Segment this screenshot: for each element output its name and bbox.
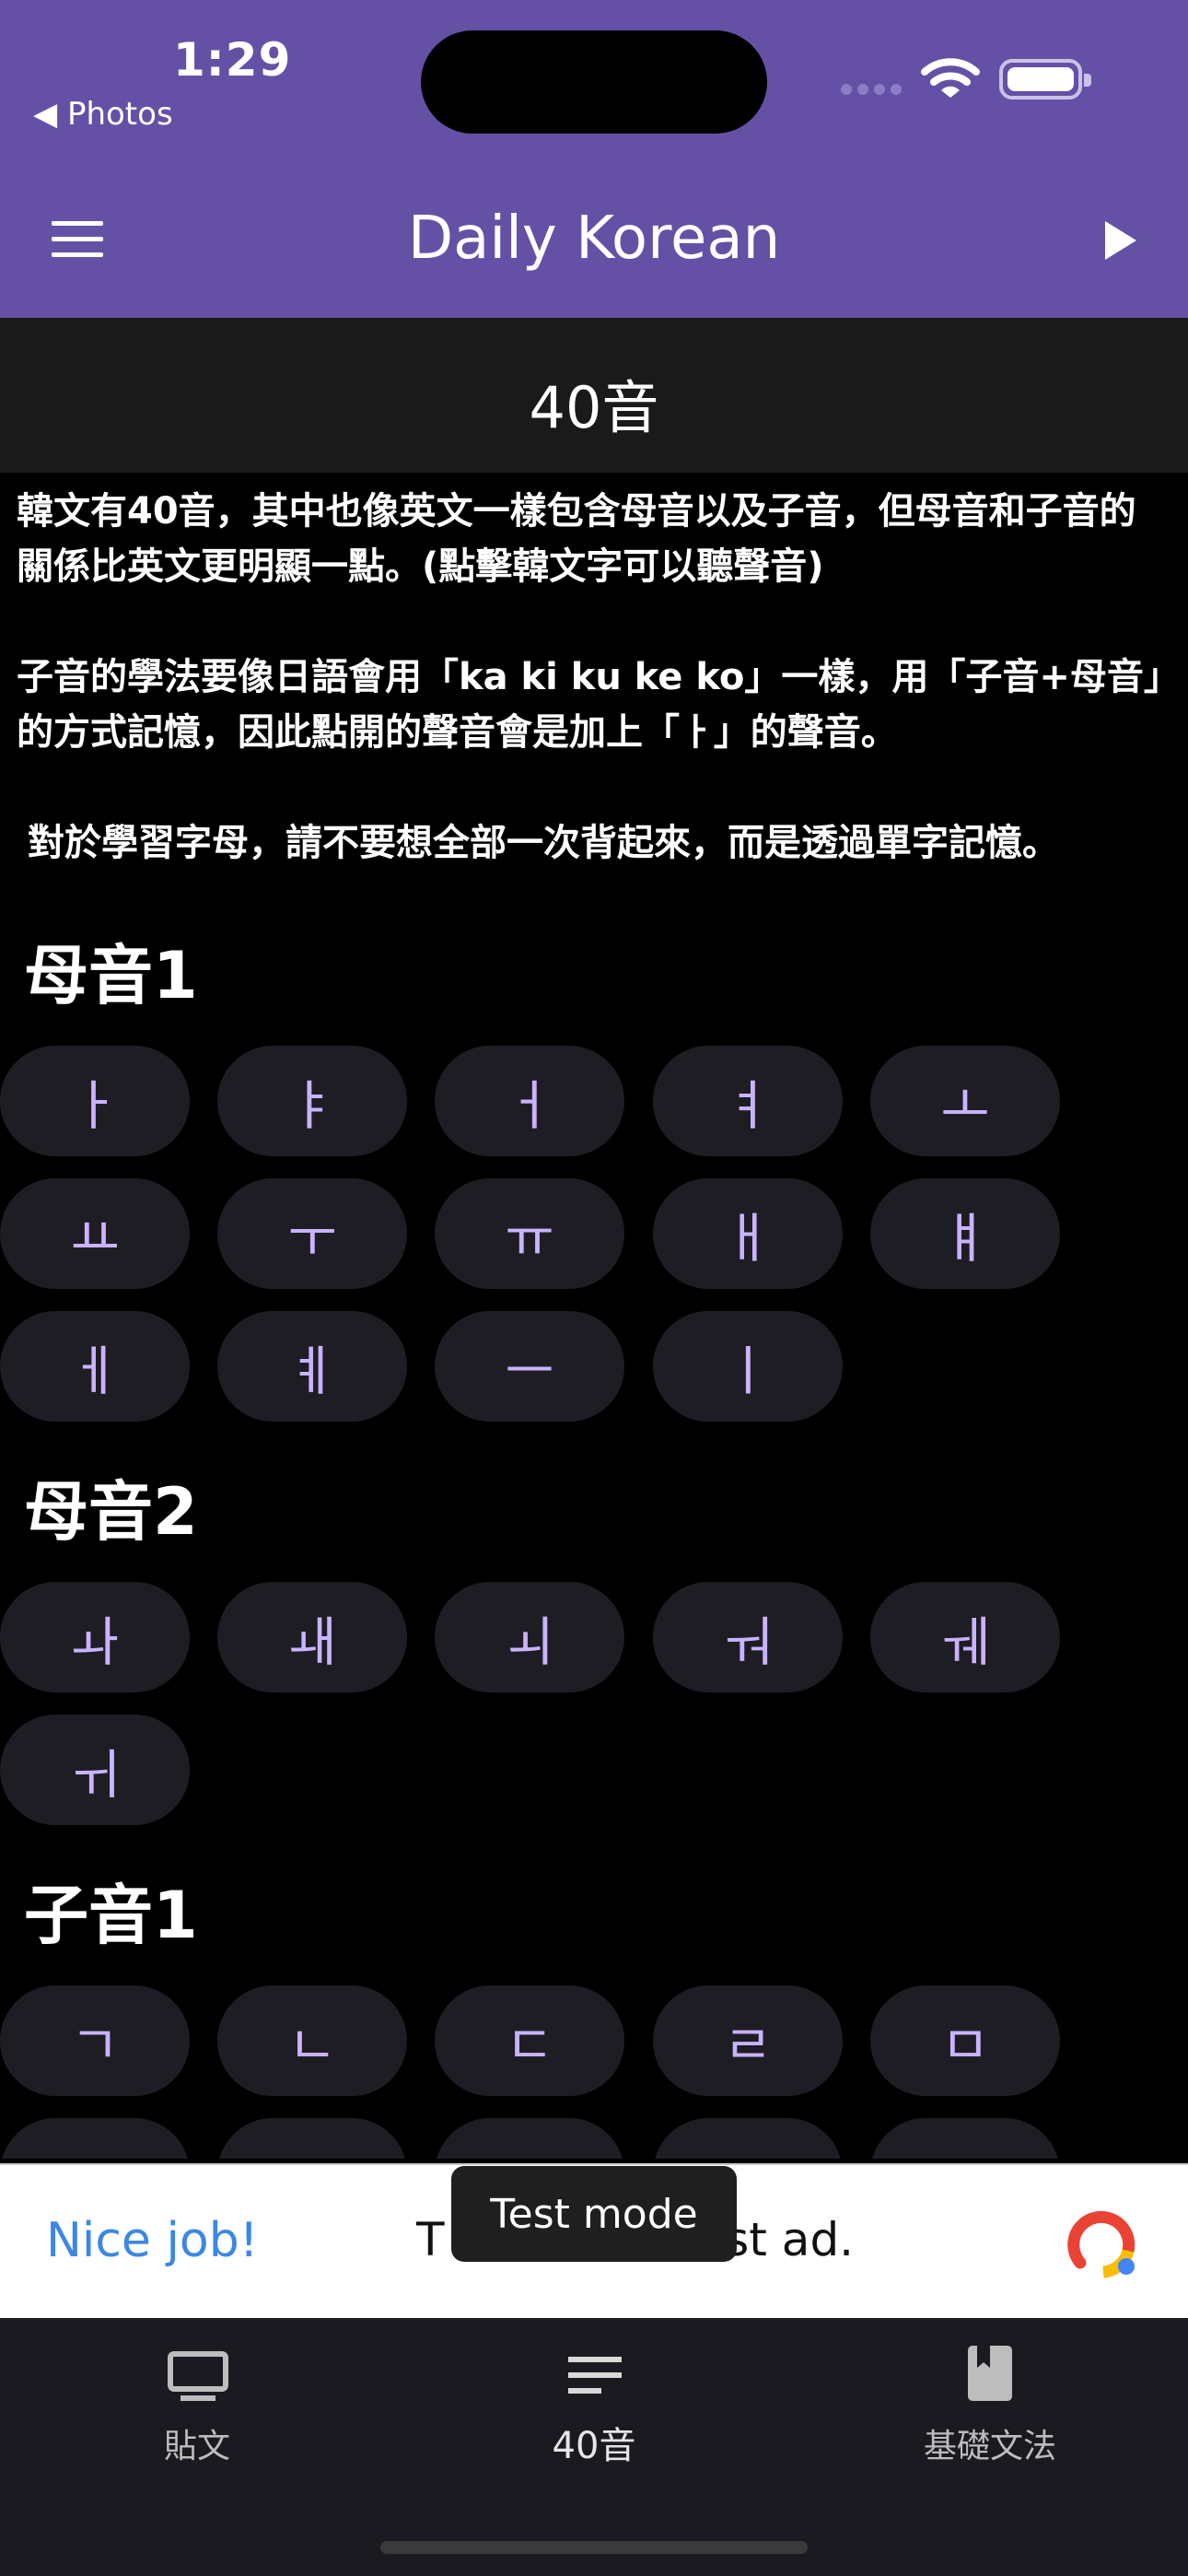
letter-button[interactable]: ㅋ <box>870 2118 1060 2159</box>
list-icon <box>568 2357 622 2394</box>
letter-button[interactable]: ㅓ <box>435 1046 624 1156</box>
letter-button[interactable]: ㅔ <box>0 1311 190 1422</box>
content-scroll[interactable]: 韓文有40音，其中也像英文一樣包含母音以及子音，但母音和子音的關係比英文更明顯一… <box>0 473 1188 2159</box>
letter-button[interactable]: ㅠ <box>435 1178 624 1289</box>
letter-button[interactable]: ㄷ <box>435 1985 624 2096</box>
intro-paragraph-1: 韓文有40音，其中也像英文一樣包含母音以及子音，但母音和子音的關係比英文更明顯一… <box>17 490 1136 588</box>
back-to-photos-link[interactable]: ◀ Photos <box>33 96 173 133</box>
test-mode-toast: Test mode <box>451 2166 737 2262</box>
letter-button[interactable]: ㅞ <box>870 1582 1060 1692</box>
letter-button[interactable]: ㅡ <box>435 1311 624 1422</box>
nav-item-40-sounds[interactable]: 40音 <box>483 2340 705 2478</box>
letter-button[interactable]: ㅛ <box>0 1178 190 1289</box>
monitor-icon <box>168 2351 228 2401</box>
nav-label-40-sounds: 40音 <box>552 2425 636 2467</box>
letter-button[interactable]: ㅒ <box>870 1178 1060 1289</box>
letter-button[interactable]: ㅙ <box>217 1582 407 1692</box>
group-title-consonants-1: 子音1 <box>24 1878 198 1953</box>
letter-button[interactable]: ㅝ <box>653 1582 843 1692</box>
letter-button[interactable]: ㅗ <box>870 1046 1060 1156</box>
letter-button[interactable]: ㄴ <box>217 1985 407 2096</box>
group-title-vowels-2: 母音2 <box>24 1474 198 1550</box>
letter-button[interactable]: ㅁ <box>870 1985 1060 2096</box>
battery-icon <box>999 59 1091 100</box>
letter-button[interactable]: ㅂ <box>0 2118 190 2159</box>
ad-nice-job-label: Nice job! <box>46 2213 259 2268</box>
letter-button[interactable]: ㅇ <box>217 2118 407 2159</box>
dynamic-island <box>421 30 767 134</box>
nav-item-basic-grammar[interactable]: 基礎文法 <box>879 2340 1101 2478</box>
letter-button[interactable]: ㅕ <box>653 1046 843 1156</box>
nav-item-posts[interactable]: 貼文 <box>87 2340 308 2478</box>
section-title: 40音 <box>529 374 659 441</box>
letter-button[interactable]: ㅑ <box>217 1046 407 1156</box>
intro-paragraph-2: 子音的學法要像日語會用「ka ki ku ke ko」一樣，用「子音+母音」的方… <box>17 656 1162 754</box>
letter-button[interactable]: ㅐ <box>653 1178 843 1289</box>
letter-button[interactable]: ㄱ <box>0 1985 190 2096</box>
letter-button[interactable]: ㅣ <box>653 1311 843 1422</box>
letter-button[interactable]: ㅊ <box>653 2118 843 2159</box>
status-time: 1:29 <box>173 33 292 87</box>
letter-button[interactable]: ㅖ <box>217 1311 407 1422</box>
cellular-signal-icon <box>841 84 902 95</box>
app-title: Daily Korean <box>407 205 781 273</box>
letter-button[interactable]: ㅜ <box>217 1178 407 1289</box>
letter-button[interactable]: ㅚ <box>435 1582 624 1692</box>
letter-button[interactable]: ㅟ <box>0 1715 190 1825</box>
nav-label-basic-grammar: 基礎文法 <box>923 2428 1056 2465</box>
play-icon[interactable] <box>1105 221 1136 260</box>
wifi-icon <box>921 58 980 98</box>
letter-button[interactable]: ㅘ <box>0 1582 190 1692</box>
book-icon <box>968 2346 1012 2401</box>
home-indicator[interactable] <box>380 2541 808 2554</box>
nav-label-posts: 貼文 <box>163 2428 230 2465</box>
group-title-vowels-1: 母音1 <box>24 938 198 1013</box>
intro-paragraph-3: 對於學習字母，請不要想全部一次背起來，而是透過單字記憶。 <box>28 822 1059 864</box>
letter-button[interactable]: ㅏ <box>0 1046 190 1156</box>
admob-logo-icon <box>1067 2210 1136 2278</box>
letter-button[interactable]: ㄹ <box>653 1985 843 2096</box>
letter-button[interactable]: ㅈ <box>435 2118 624 2159</box>
